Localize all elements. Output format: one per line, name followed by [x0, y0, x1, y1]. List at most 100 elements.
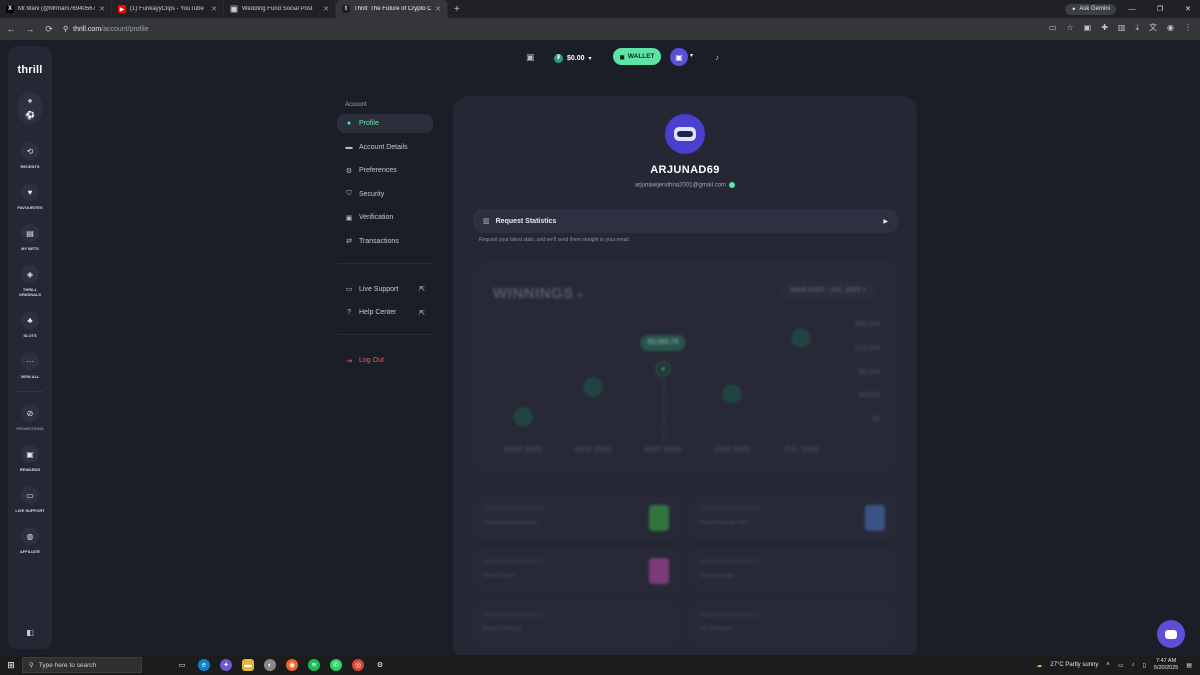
robot-avatar-icon [674, 127, 696, 141]
extension-icon[interactable]: ▣ [1084, 23, 1092, 32]
new-tab-icon[interactable]: + [454, 4, 460, 15]
sidebar-item-my-bets[interactable]: ▤ MY BETS [21, 224, 39, 251]
app-icon[interactable]: ◐ [264, 659, 276, 671]
data-point[interactable] [656, 361, 670, 376]
browser-tab[interactable]: ▶ (1) FunkayyClips - YouTube ✕ [112, 0, 224, 18]
menu-item-account-details[interactable]: ▬ Account Details [337, 138, 433, 157]
casino-sports-toggle[interactable]: ♠ ⚽ [18, 92, 42, 124]
task-view-icon[interactable]: ▭ [176, 659, 188, 671]
close-tab-icon[interactable]: ✕ [211, 5, 217, 13]
menu-item-label: Preferences [359, 167, 397, 174]
edge-icon[interactable]: e [198, 659, 210, 671]
menu-item-profile[interactable]: ● Profile [337, 114, 433, 133]
browser-tab[interactable]: X Mr.Mani (@Mrmani76940567) / X ✕ [0, 0, 112, 18]
windows-start-icon[interactable]: ⊞ [0, 660, 22, 671]
sidebar-item-favourites[interactable]: ♥ FAVOURITES [17, 183, 43, 210]
winnings-title[interactable]: WINNINGS ▾ [493, 285, 583, 302]
minimize-icon[interactable]: — [1120, 6, 1144, 13]
file-explorer-icon[interactable]: ▬ [242, 659, 254, 671]
menu-item-label: Help Center [359, 309, 397, 316]
volume-icon[interactable]: ♪ [1132, 662, 1135, 668]
bets-icon: ▤ [21, 224, 39, 242]
menu-item-security[interactable]: ⛉ Security [337, 185, 433, 204]
menu-item-transactions[interactable]: ⇄ Transactions [337, 232, 433, 251]
data-point[interactable] [723, 385, 741, 404]
menu-item-verification[interactable]: ▣ Verification [337, 208, 433, 227]
tray-chevron-icon[interactable]: ˄ [1106, 662, 1110, 668]
sidepanel-icon[interactable]: ▥ [1118, 23, 1126, 32]
menu-icon[interactable]: ⋮ [1184, 23, 1192, 32]
copilot-icon[interactable]: ✦ [220, 659, 232, 671]
thrill-logo[interactable]: thrill [17, 64, 42, 76]
sidebar-item-affiliate[interactable]: ◍ AFFILIATE [20, 527, 40, 554]
logout-button[interactable]: ⇥ Log Out [337, 351, 433, 370]
spotify-icon[interactable]: ≋ [308, 659, 320, 671]
gear-icon: ⚙ [345, 167, 353, 175]
browser-tab[interactable]: ▦ Wedding Fund Social Post ✕ [224, 0, 336, 18]
translate-icon[interactable]: 文 [1149, 22, 1157, 33]
url-field[interactable]: ⚲ thrill.com/account/profile [63, 25, 149, 34]
affiliate-icon: ◍ [21, 527, 39, 545]
live-chat-button[interactable] [1157, 620, 1185, 648]
site-info-icon[interactable]: ⚲ [63, 25, 68, 33]
clock[interactable]: 7:47 AM 5/20/2025 [1154, 658, 1178, 672]
network-icon[interactable]: ▭ [1118, 662, 1124, 669]
bell-icon[interactable]: ♪ [715, 53, 719, 62]
download-icon[interactable]: ⤓ [1135, 23, 1139, 33]
sidebar-item-rewards[interactable]: ▣ REWARDS [20, 445, 40, 472]
balance-selector[interactable]: ₮ $0.00 ▾ [554, 48, 592, 68]
youtube-icon: ▶ [118, 5, 126, 13]
sidebar-item-promotions[interactable]: ⊘ PROMOTIONS [16, 404, 44, 431]
menu-item-label: Security [359, 190, 385, 198]
sidebar-item-label: VIEW ALL [20, 374, 40, 379]
data-point[interactable] [792, 328, 810, 347]
close-tab-icon[interactable]: ✕ [323, 5, 329, 13]
weather-text[interactable]: 27°C Partly sunny [1050, 662, 1098, 668]
sports-icon[interactable]: ⚽ [25, 111, 35, 120]
request-statistics-button[interactable]: ▥ Request Statistics ▶ [473, 209, 898, 233]
sidebar-item-recents[interactable]: ⟲ RECENTS [20, 142, 40, 169]
stat-caption: Most Played [483, 573, 514, 579]
gift-icon[interactable]: ▣ [526, 52, 535, 63]
whatsapp-icon[interactable]: ✆ [330, 659, 342, 671]
close-tab-icon[interactable]: ✕ [435, 5, 441, 13]
settings-icon[interactable]: ⚙ [374, 659, 386, 671]
close-tab-icon[interactable]: ✕ [99, 5, 105, 13]
stat-caption: Most Fortunate Win [699, 520, 747, 526]
sidebar-item-view-all[interactable]: ··· VIEW ALL [20, 352, 40, 379]
menu-item-preferences[interactable]: ⚙ Preferences [337, 161, 433, 180]
cast-icon[interactable]: ▭ [1049, 23, 1057, 32]
collapse-sidebar-icon[interactable]: ◧ [26, 628, 34, 637]
sidebar-item-thrill-originals[interactable]: ◈ THRILL ORIGINALS [15, 265, 45, 297]
date-range-selector[interactable]: MAR 2025 - JUL 2025 ▾ [780, 281, 876, 299]
menu-item-live-support[interactable]: ▭ Live Support ⇱ [337, 280, 433, 299]
stat-value-placeholder [483, 612, 545, 617]
profile-avatar[interactable] [665, 114, 705, 154]
profile-icon[interactable]: ◉ [1167, 23, 1174, 32]
chrome-icon[interactable]: ◎ [352, 659, 364, 671]
data-point[interactable] [514, 407, 532, 426]
casino-icon[interactable]: ♠ [28, 96, 32, 105]
puzzle-icon[interactable]: ✚ [1101, 23, 1108, 32]
data-point[interactable] [584, 378, 602, 397]
sidebar-item-slots[interactable]: ♣ SLOTS [21, 311, 39, 338]
menu-item-help-center[interactable]: ? Help Center ⇱ [337, 303, 433, 322]
reload-icon[interactable]: ⟳ [44, 24, 54, 35]
back-icon[interactable]: ← [6, 24, 16, 34]
browser-tab-active[interactable]: t Thrill: The Future of Crypto Casino ✕ [336, 0, 448, 18]
ask-gemini-button[interactable]: ✦ Ask Gemini [1065, 3, 1116, 15]
taskbar-search[interactable]: ⚲ Type here to search [22, 657, 142, 673]
user-avatar[interactable]: ▣ [670, 48, 688, 66]
firefox-icon[interactable]: ◉ [286, 659, 298, 671]
restore-icon[interactable]: ❐ [1148, 5, 1172, 13]
notifications-icon[interactable]: ▤ [1186, 662, 1192, 669]
forward-icon[interactable]: → [25, 24, 35, 34]
address-bar: ← → ⟳ ⚲ thrill.com/account/profile ▭ ☆ ▣… [0, 18, 1200, 40]
chevron-down-icon[interactable]: ▾ [690, 52, 693, 59]
sidebar-item-live-support[interactable]: ▭ LIVE SUPPORT [15, 486, 45, 513]
gemini-icon: ✦ [1071, 6, 1077, 13]
bookmark-star-icon[interactable]: ☆ [1066, 23, 1073, 32]
close-window-icon[interactable]: ✕ [1176, 5, 1200, 13]
battery-icon[interactable]: ▯ [1143, 662, 1146, 669]
wallet-button[interactable]: ◼ WALLET [613, 48, 661, 65]
